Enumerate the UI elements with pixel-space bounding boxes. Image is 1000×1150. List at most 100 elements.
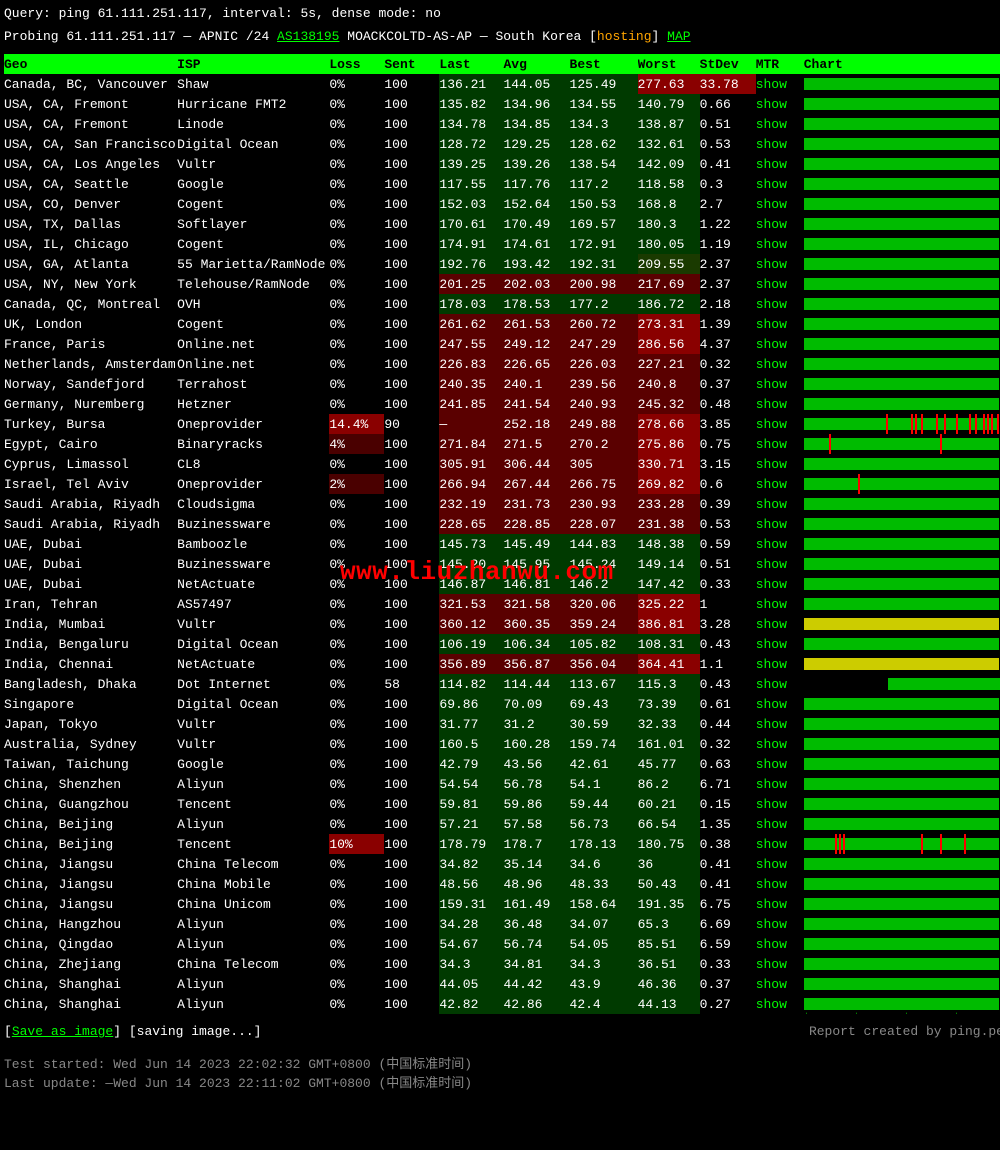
cell-mtr[interactable]: show: [756, 474, 804, 494]
cell-isp: Aliyun: [177, 774, 329, 794]
cell-mtr[interactable]: show: [756, 374, 804, 394]
cell-isp: Cogent: [177, 194, 329, 214]
cell-mtr[interactable]: show: [756, 354, 804, 374]
cell-mtr[interactable]: show: [756, 894, 804, 914]
cell-mtr[interactable]: show: [756, 814, 804, 834]
table-row: China, JiangsuChina Unicom0%100159.31161…: [4, 894, 1000, 914]
cell-worst: 86.2: [638, 774, 700, 794]
cell-worst: 245.32: [638, 394, 700, 414]
cell-mtr[interactable]: show: [756, 114, 804, 134]
cell-chart: [804, 234, 1000, 254]
cell-mtr[interactable]: show: [756, 394, 804, 414]
asn-link[interactable]: AS138195: [277, 29, 339, 44]
cell-worst: 148.38: [638, 534, 700, 554]
cell-mtr[interactable]: show: [756, 554, 804, 574]
cell-mtr[interactable]: show: [756, 454, 804, 474]
cell-best: 192.31: [570, 254, 638, 274]
cell-mtr[interactable]: show: [756, 714, 804, 734]
cell-sent: 100: [384, 594, 439, 614]
cell-mtr[interactable]: show: [756, 974, 804, 994]
cell-best: 145.24: [570, 554, 638, 574]
cell-mtr[interactable]: show: [756, 414, 804, 434]
cell-mtr[interactable]: show: [756, 774, 804, 794]
cell-avg: 43.56: [503, 754, 569, 774]
cell-last: 31.77: [439, 714, 503, 734]
cell-mtr[interactable]: show: [756, 574, 804, 594]
cell-geo: China, Qingdao: [4, 934, 177, 954]
cell-mtr[interactable]: show: [756, 534, 804, 554]
cell-mtr[interactable]: show: [756, 214, 804, 234]
save-link[interactable]: Save as image: [12, 1024, 113, 1039]
cell-chart: [804, 174, 1000, 194]
cell-mtr[interactable]: show: [756, 754, 804, 774]
cell-mtr[interactable]: show: [756, 874, 804, 894]
cell-mtr[interactable]: show: [756, 914, 804, 934]
cell-stdev: 0.39: [700, 494, 756, 514]
cell-avg: 134.96: [503, 94, 569, 114]
cell-last: —: [439, 414, 503, 434]
cell-loss: 2%: [329, 474, 384, 494]
cell-mtr[interactable]: show: [756, 274, 804, 294]
cell-mtr[interactable]: show: [756, 614, 804, 634]
cell-stdev: 0.63: [700, 754, 756, 774]
cell-worst: 32.33: [638, 714, 700, 734]
cell-sent: 90: [384, 414, 439, 434]
cell-mtr[interactable]: show: [756, 734, 804, 754]
cell-mtr[interactable]: show: [756, 254, 804, 274]
cell-mtr[interactable]: show: [756, 434, 804, 454]
cell-best: 305: [570, 454, 638, 474]
cell-chart: [804, 814, 1000, 834]
cell-mtr[interactable]: show: [756, 794, 804, 814]
cell-isp: Telehouse/RamNode: [177, 274, 329, 294]
cell-mtr[interactable]: show: [756, 934, 804, 954]
cell-mtr[interactable]: show: [756, 154, 804, 174]
cell-mtr[interactable]: show: [756, 94, 804, 114]
cell-best: 200.98: [570, 274, 638, 294]
cell-loss: 0%: [329, 294, 384, 314]
cell-geo: UAE, Dubai: [4, 554, 177, 574]
cell-stdev: 3.85: [700, 414, 756, 434]
cell-mtr[interactable]: show: [756, 294, 804, 314]
cell-mtr[interactable]: show: [756, 854, 804, 874]
query-line: Query: ping 61.111.251.117, interval: 5s…: [4, 6, 1000, 21]
cell-mtr[interactable]: show: [756, 654, 804, 674]
cell-mtr[interactable]: show: [756, 954, 804, 974]
cell-mtr[interactable]: show: [756, 334, 804, 354]
cell-last: 360.12: [439, 614, 503, 634]
cell-sent: 100: [384, 434, 439, 454]
cell-sent: 100: [384, 294, 439, 314]
cell-geo: USA, TX, Dallas: [4, 214, 177, 234]
cell-mtr[interactable]: show: [756, 194, 804, 214]
cell-sent: 100: [384, 234, 439, 254]
cell-last: 178.03: [439, 294, 503, 314]
cell-mtr[interactable]: show: [756, 494, 804, 514]
cell-mtr[interactable]: show: [756, 174, 804, 194]
cell-sent: 100: [384, 754, 439, 774]
cell-loss: 0%: [329, 254, 384, 274]
cell-mtr[interactable]: show: [756, 314, 804, 334]
cell-last: 160.5: [439, 734, 503, 754]
cell-geo: Saudi Arabia, Riyadh: [4, 494, 177, 514]
col-mtr: MTR: [756, 54, 804, 74]
cell-mtr[interactable]: show: [756, 134, 804, 154]
cell-isp: Tencent: [177, 794, 329, 814]
cell-sent: 100: [384, 514, 439, 534]
cell-mtr[interactable]: show: [756, 74, 804, 94]
cell-mtr[interactable]: show: [756, 694, 804, 714]
cell-mtr[interactable]: show: [756, 594, 804, 614]
cell-stdev: 1.35: [700, 814, 756, 834]
cell-mtr[interactable]: show: [756, 994, 804, 1014]
cell-mtr[interactable]: show: [756, 634, 804, 654]
cell-mtr[interactable]: show: [756, 834, 804, 854]
cell-avg: 57.58: [503, 814, 569, 834]
cell-mtr[interactable]: show: [756, 514, 804, 534]
cell-stdev: 0.3: [700, 174, 756, 194]
cell-mtr[interactable]: show: [756, 674, 804, 694]
cell-avg: 202.03: [503, 274, 569, 294]
cell-chart: [804, 454, 1000, 474]
cell-worst: 277.63: [638, 74, 700, 94]
cell-stdev: 0.41: [700, 154, 756, 174]
cell-loss: 0%: [329, 694, 384, 714]
map-link[interactable]: MAP: [667, 29, 690, 44]
cell-mtr[interactable]: show: [756, 234, 804, 254]
